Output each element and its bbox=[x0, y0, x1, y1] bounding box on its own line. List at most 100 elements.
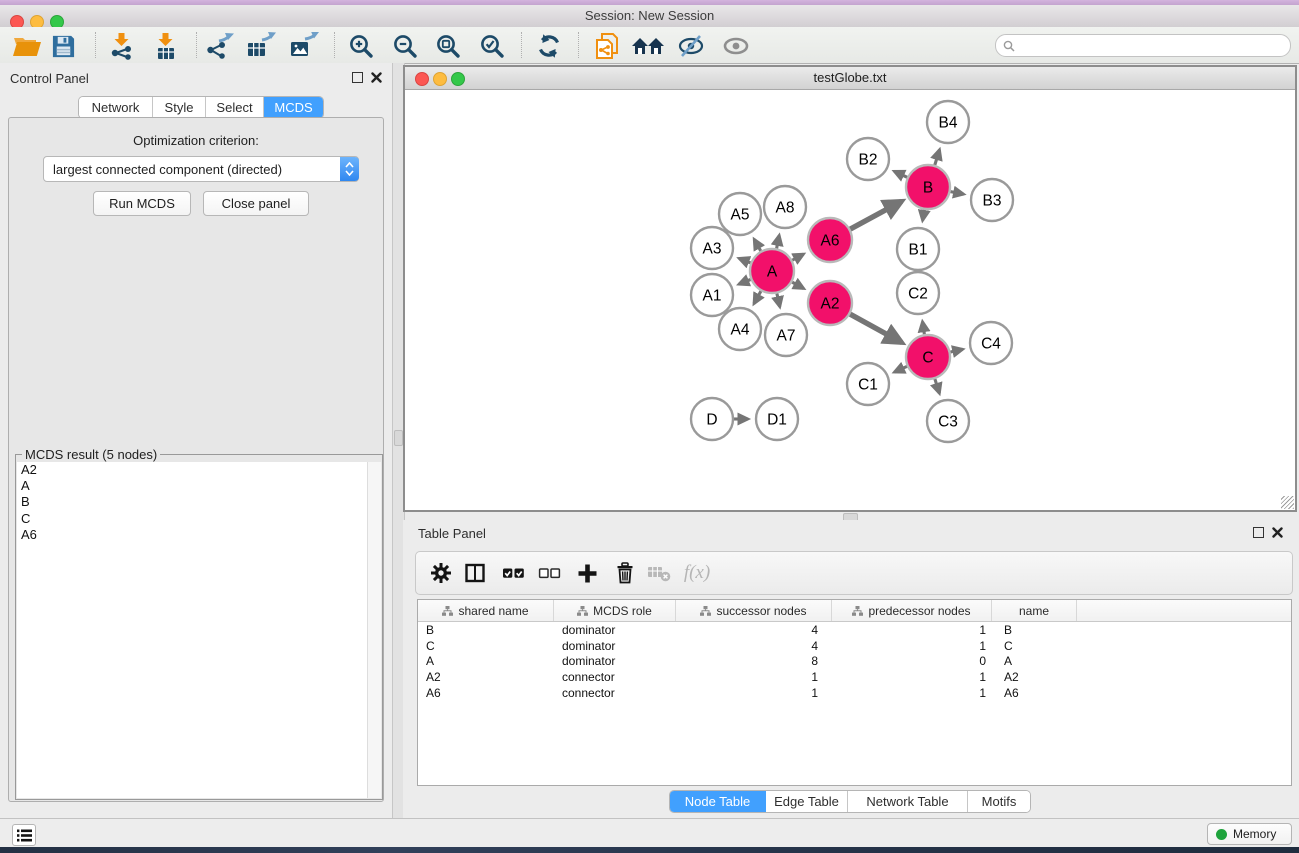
float-panel-icon[interactable] bbox=[1253, 527, 1264, 538]
export-image-icon[interactable] bbox=[287, 31, 321, 61]
table-row[interactable]: Adominator80A bbox=[418, 654, 1291, 670]
list-icon bbox=[17, 829, 32, 842]
graph-node-label: A5 bbox=[731, 207, 750, 224]
duplicate-network-icon[interactable] bbox=[590, 31, 624, 61]
column-header[interactable]: successor nodes bbox=[676, 600, 832, 621]
table-header-row: shared nameMCDS rolesuccessor nodesprede… bbox=[418, 600, 1291, 622]
graph-edge-A-A7[interactable] bbox=[777, 294, 780, 307]
graph-edge-A-A5[interactable] bbox=[754, 239, 761, 251]
graph-edge-A-A4[interactable] bbox=[754, 291, 761, 304]
first-neighbors-icon[interactable] bbox=[631, 31, 665, 61]
fx-label: f(x) bbox=[684, 562, 710, 584]
graph-edge-B-B1[interactable] bbox=[923, 210, 925, 221]
close-panel-icon[interactable] bbox=[1272, 527, 1283, 538]
graph-edge-A-A3[interactable] bbox=[739, 258, 750, 262]
graph-edge-A-A6[interactable] bbox=[792, 254, 803, 260]
graph-edge-C-C2[interactable] bbox=[923, 322, 925, 335]
table-cell: 8 bbox=[676, 654, 832, 668]
tab-edge-table[interactable]: Edge Table bbox=[766, 791, 848, 812]
criterion-select[interactable]: largest connected component (directed) bbox=[43, 156, 359, 182]
mcds-result-group: MCDS result (5 nodes) A2ABCA6 bbox=[15, 454, 383, 800]
graph-edge-A-A1[interactable] bbox=[739, 280, 751, 285]
tab-network[interactable]: Network bbox=[79, 97, 153, 118]
task-history-button[interactable] bbox=[12, 824, 36, 846]
zoom-selected-icon[interactable] bbox=[475, 31, 509, 61]
tab-select[interactable]: Select bbox=[206, 97, 264, 118]
table-settings-gear-icon[interactable] bbox=[428, 561, 454, 585]
unselect-all-columns-icon[interactable] bbox=[536, 561, 562, 585]
show-columns-icon[interactable] bbox=[462, 561, 488, 585]
close-panel-icon[interactable] bbox=[371, 72, 382, 83]
table-cell: 1 bbox=[832, 670, 992, 684]
float-panel-icon[interactable] bbox=[352, 72, 363, 83]
show-hide-eye-icon[interactable] bbox=[719, 31, 753, 61]
network-canvas[interactable]: AA1A2A3A4A5A6A7A8BB1B2B3B4CC1C2C3C4DD1 bbox=[405, 90, 1295, 510]
graph-node-label: C3 bbox=[938, 414, 958, 431]
zoom-in-icon[interactable] bbox=[344, 31, 378, 61]
select-all-columns-icon[interactable] bbox=[500, 561, 526, 585]
graph-edge-C-C1[interactable] bbox=[894, 366, 907, 372]
search-input[interactable] bbox=[1015, 39, 1290, 53]
export-table-icon[interactable] bbox=[244, 31, 278, 61]
graph-edge-B-B4[interactable] bbox=[935, 150, 940, 165]
mcds-result-item[interactable]: B bbox=[17, 494, 381, 510]
graph-edge-C-C3[interactable] bbox=[935, 379, 940, 393]
control-panel-tabs: Network Style Select MCDS bbox=[78, 96, 324, 119]
run-mcds-button[interactable]: Run MCDS bbox=[93, 191, 191, 216]
mcds-result-list[interactable]: A2ABCA6 bbox=[17, 462, 381, 798]
toolbar-separator bbox=[334, 32, 335, 58]
control-panel-title: Control Panel bbox=[10, 71, 89, 86]
mcds-result-item[interactable]: A bbox=[17, 478, 381, 494]
graph-edge-B-B3[interactable] bbox=[951, 192, 964, 195]
zoom-fit-icon[interactable] bbox=[431, 31, 465, 61]
column-header[interactable]: MCDS role bbox=[554, 600, 676, 621]
graph-edge-C-C4[interactable] bbox=[951, 349, 963, 352]
graph-edge-A-A2[interactable] bbox=[792, 282, 804, 288]
import-table-icon[interactable] bbox=[149, 31, 183, 61]
table-row[interactable]: A2connector11A2 bbox=[418, 669, 1291, 685]
graph-edge-B-B2[interactable] bbox=[894, 171, 907, 177]
graph-edge-A6-B[interactable] bbox=[850, 201, 901, 229]
splitter-grip[interactable] bbox=[394, 430, 403, 446]
hide-graphics-details-icon[interactable] bbox=[674, 31, 708, 61]
export-network-icon[interactable] bbox=[203, 31, 237, 61]
tab-mcds[interactable]: MCDS bbox=[264, 97, 323, 118]
column-header[interactable]: name bbox=[992, 600, 1077, 621]
mcds-result-item[interactable]: C bbox=[17, 511, 381, 527]
table-cell: dominator bbox=[554, 623, 676, 637]
memory-button[interactable]: Memory bbox=[1207, 823, 1292, 845]
open-session-icon[interactable] bbox=[10, 31, 44, 61]
mcds-result-title: MCDS result (5 nodes) bbox=[22, 447, 160, 462]
table-cell: connector bbox=[554, 670, 676, 684]
table-row[interactable]: Bdominator41B bbox=[418, 622, 1291, 638]
toolbar-separator bbox=[521, 32, 522, 58]
save-session-icon[interactable] bbox=[46, 31, 80, 61]
refresh-icon[interactable] bbox=[532, 31, 566, 61]
zoom-out-icon[interactable] bbox=[388, 31, 422, 61]
network-window-titlebar: testGlobe.txt bbox=[405, 67, 1295, 90]
tab-style[interactable]: Style bbox=[153, 97, 206, 118]
list-scrollbar[interactable] bbox=[367, 462, 381, 798]
mcds-result-item[interactable]: A2 bbox=[17, 462, 381, 478]
table-cell: dominator bbox=[554, 639, 676, 653]
table-row[interactable]: A6connector11A6 bbox=[418, 685, 1291, 701]
tab-node-table[interactable]: Node Table bbox=[670, 791, 766, 812]
window-resize-grip[interactable] bbox=[1281, 496, 1294, 509]
import-network-icon[interactable] bbox=[105, 31, 139, 61]
tab-motifs[interactable]: Motifs bbox=[968, 791, 1030, 812]
table-row[interactable]: Cdominator41C bbox=[418, 638, 1291, 654]
column-header[interactable]: predecessor nodes bbox=[832, 600, 992, 621]
graph-edge-A2-C[interactable] bbox=[850, 314, 902, 342]
network-window-title: testGlobe.txt bbox=[405, 70, 1295, 85]
table-panel: Table Panel bbox=[403, 520, 1299, 818]
close-panel-button[interactable]: Close panel bbox=[203, 191, 309, 216]
network-graph[interactable]: AA1A2A3A4A5A6A7A8BB1B2B3B4CC1C2C3C4DD1 bbox=[405, 90, 1295, 511]
delete-rows-trash-icon[interactable] bbox=[612, 561, 638, 585]
graph-edge-A-A8[interactable] bbox=[777, 235, 780, 248]
column-header[interactable]: shared name bbox=[418, 600, 554, 621]
search-icon bbox=[1003, 40, 1015, 52]
tab-network-table[interactable]: Network Table bbox=[848, 791, 968, 812]
create-column-plus-icon[interactable] bbox=[574, 561, 600, 585]
mcds-result-item[interactable]: A6 bbox=[17, 527, 381, 543]
search-box bbox=[995, 34, 1291, 57]
